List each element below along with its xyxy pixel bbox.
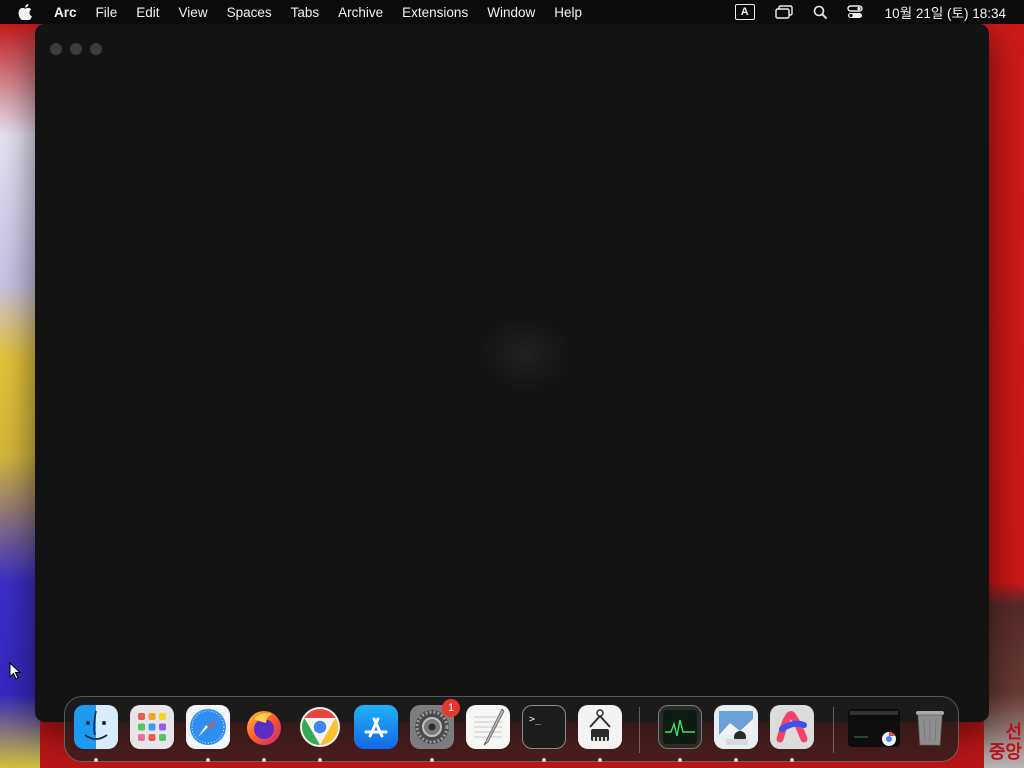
close-window-button[interactable] (50, 43, 62, 55)
firefox-icon[interactable] (242, 705, 286, 749)
zoom-window-button[interactable] (90, 43, 102, 55)
system-information-icon[interactable] (578, 705, 622, 749)
svg-text:>_: >_ (529, 714, 542, 725)
wallpaper-right-edge (984, 24, 1024, 768)
mouse-cursor-icon (9, 661, 22, 685)
menu-tabs[interactable]: Tabs (291, 5, 320, 20)
system-information-running-dot (598, 758, 602, 762)
firefox-running-dot (262, 758, 266, 762)
menu-app-name[interactable]: Arc (54, 5, 77, 20)
menu-view[interactable]: View (179, 5, 208, 20)
input-source-label: A (734, 4, 755, 20)
loading-glow (475, 314, 575, 394)
dock-separator (639, 707, 640, 753)
safari-running-dot (206, 758, 210, 762)
screen-mirroring-icon[interactable] (774, 5, 793, 19)
spotlight-search-icon[interactable] (813, 5, 827, 19)
menu-extensions[interactable]: Extensions (402, 5, 468, 20)
dock: 1 >_ (64, 696, 959, 762)
preview-icon[interactable] (714, 705, 758, 749)
menu-file[interactable]: File (96, 5, 118, 20)
chrome-icon[interactable] (298, 705, 342, 749)
preview-running-dot (734, 758, 738, 762)
terminal-icon[interactable]: >_ (522, 705, 566, 749)
arc-window[interactable] (35, 24, 989, 722)
control-center-icon[interactable] (846, 5, 863, 19)
wallpaper-left-edge (0, 24, 40, 768)
arc-running-dot (790, 758, 794, 762)
launchpad-icon[interactable] (130, 705, 174, 749)
minimize-window-button[interactable] (70, 43, 82, 55)
wallpaper-sign-text: 선 중앙 (988, 722, 1022, 762)
window-controls (50, 43, 102, 55)
terminal-running-dot (542, 758, 546, 762)
menu-help[interactable]: Help (554, 5, 582, 20)
menu-spaces[interactable]: Spaces (227, 5, 272, 20)
chrome-window-thumbnail[interactable] (848, 709, 900, 747)
system-settings-icon[interactable]: 1 (410, 699, 460, 749)
trash-icon[interactable] (908, 705, 952, 749)
safari-icon[interactable] (186, 705, 230, 749)
menu-edit[interactable]: Edit (136, 5, 159, 20)
menu-bar: Arc File Edit View Spaces Tabs Archive E… (0, 0, 1024, 24)
input-source-icon[interactable]: A (734, 4, 755, 20)
menu-archive[interactable]: Archive (338, 5, 383, 20)
settings-running-dot (430, 758, 434, 762)
finder-icon[interactable] (74, 705, 118, 749)
arc-icon[interactable] (770, 705, 814, 749)
chrome-running-dot (318, 758, 322, 762)
apple-icon[interactable] (18, 4, 34, 20)
finder-running-dot (94, 758, 98, 762)
app-store-icon[interactable] (354, 705, 398, 749)
menu-clock[interactable]: 10월 21일 (토) 18:34 (885, 2, 1006, 22)
dock-separator-2 (833, 707, 834, 753)
settings-notification-badge: 1 (442, 699, 460, 717)
menu-window[interactable]: Window (487, 5, 535, 20)
activity-monitor-icon[interactable] (658, 705, 702, 749)
textedit-icon[interactable] (466, 705, 510, 749)
activity-monitor-running-dot (678, 758, 682, 762)
